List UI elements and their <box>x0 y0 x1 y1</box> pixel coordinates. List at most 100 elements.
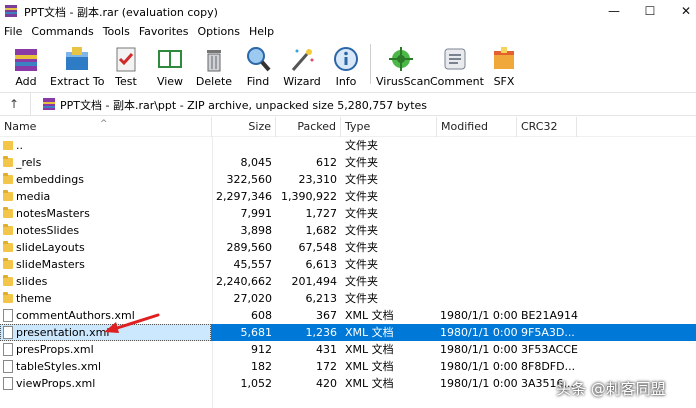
file-packed-size: 367 <box>316 309 337 322</box>
comment-button[interactable]: Comment <box>430 42 484 88</box>
file-packed-size: 201,494 <box>291 275 338 288</box>
file-name: .. <box>16 139 23 152</box>
file-name: notesSlides <box>16 224 80 237</box>
folder-row[interactable]: slideMasters 45,557 6,613 文件夹 <box>0 256 696 273</box>
file-name: slideLayouts <box>16 241 85 254</box>
window-title: PPT文档 - 副本.rar (evaluation copy) <box>24 6 218 19</box>
sfx-button[interactable]: SFX <box>486 42 522 88</box>
delete-button[interactable]: Delete <box>194 42 234 88</box>
column-name[interactable]: Name ^ <box>0 117 212 137</box>
file-modified <box>440 273 518 290</box>
file-packed-size: 1,236 <box>305 326 338 339</box>
menu-commands[interactable]: Commands <box>27 23 98 40</box>
menu-options[interactable]: Options <box>194 23 245 40</box>
column-crc32[interactable]: CRC32 <box>517 117 577 137</box>
file-packed-size: 1,727 <box>305 207 338 220</box>
menu-tools[interactable]: Tools <box>99 23 135 40</box>
file-name: viewProps.xml <box>16 377 96 390</box>
path-field[interactable]: PPT文档 - 副本.rar\ppt - ZIP archive, unpack… <box>38 95 696 114</box>
file-crc32 <box>521 256 591 273</box>
file-type: XML 文档 <box>345 360 394 373</box>
file-list: .. 文件夹 _rels 8,045 612 文件夹 embeddings 322,560 23… <box>0 137 696 408</box>
file-type: XML 文档 <box>345 377 394 390</box>
parent-folder-row[interactable]: .. 文件夹 <box>0 137 696 154</box>
file-packed-size: 420 <box>316 377 337 390</box>
file-type: 文件夹 <box>345 258 378 271</box>
comment-icon <box>444 48 466 70</box>
file-modified: 1980/1/1 0:00 <box>440 309 518 322</box>
find-label: Find <box>246 75 270 88</box>
info-label: Info <box>335 75 357 88</box>
column-name-label: Name <box>4 120 37 133</box>
file-size: 182 <box>251 360 272 373</box>
file-type: XML 文档 <box>345 309 394 322</box>
file-size: 2,240,662 <box>216 275 272 288</box>
folder-icon <box>3 258 13 269</box>
add-button[interactable]: Add <box>6 42 46 88</box>
folder-row[interactable]: media 2,297,346 1,390,922 文件夹 <box>0 188 696 205</box>
column-packed[interactable]: Packed <box>276 117 341 137</box>
folder-row[interactable]: slides 2,240,662 201,494 文件夹 <box>0 273 696 290</box>
column-modified-label: Modified <box>441 120 488 133</box>
file-name: presProps.xml <box>16 343 94 356</box>
file-size: 608 <box>251 309 272 322</box>
file-crc32 <box>521 239 591 256</box>
view-button[interactable]: View <box>150 42 190 88</box>
view-icon <box>158 50 182 68</box>
toolbar: Add Extract To Test View Delete Find Wiz… <box>0 40 696 90</box>
folder-row[interactable]: _rels 8,045 612 文件夹 <box>0 154 696 171</box>
add-label: Add <box>15 75 37 88</box>
file-type: 文件夹 <box>345 190 378 203</box>
file-row[interactable]: presProps.xml 912 431 XML 文档 1980/1/1 0:00 3F… <box>0 341 696 358</box>
folder-row[interactable]: notesMasters 7,991 1,727 文件夹 <box>0 205 696 222</box>
file-row[interactable]: tableStyles.xml 182 172 XML 文档 1980/1/1 0:00… <box>0 358 696 375</box>
file-crc32 <box>521 154 591 171</box>
file-size: 3,898 <box>240 224 273 237</box>
virus-scan-icon <box>389 47 413 71</box>
file-modified <box>440 154 518 171</box>
minimize-button[interactable]: — <box>594 0 634 23</box>
file-size: 5,681 <box>240 326 273 339</box>
file-size: 1,052 <box>240 377 273 390</box>
title-bar: PPT文档 - 副本.rar (evaluation copy) — ☐ ✕ <box>0 0 696 23</box>
file-packed-size: 612 <box>316 156 337 169</box>
file-name: slides <box>16 275 48 288</box>
file-modified <box>440 290 518 307</box>
find-button[interactable]: Find <box>238 42 278 88</box>
column-size[interactable]: Size <box>212 117 276 137</box>
archive-icon <box>43 98 55 110</box>
column-modified[interactable]: Modified <box>437 117 517 137</box>
folder-row[interactable]: notesSlides 3,898 1,682 文件夹 <box>0 222 696 239</box>
folder-icon <box>3 173 13 184</box>
column-crc32-label: CRC32 <box>521 120 558 133</box>
menu-help[interactable]: Help <box>245 23 279 40</box>
wizard-button[interactable]: Wizard <box>282 42 322 88</box>
folder-row[interactable]: embeddings 322,560 23,310 文件夹 <box>0 171 696 188</box>
folder-icon <box>3 275 13 286</box>
close-button[interactable]: ✕ <box>666 0 696 23</box>
column-size-label: Size <box>248 120 271 133</box>
parent-folder-icon <box>3 141 13 150</box>
virus-scan-button[interactable]: VirusScan <box>376 42 430 88</box>
test-button[interactable]: Test <box>108 42 144 88</box>
file-packed-size: 1,390,922 <box>281 190 337 203</box>
file-size: 27,020 <box>233 292 273 305</box>
folder-row[interactable]: theme 27,020 6,213 文件夹 <box>0 290 696 307</box>
file-packed-size: 67,548 <box>298 241 338 254</box>
folder-icon <box>3 190 13 201</box>
file-crc32 <box>521 290 591 307</box>
extract-to-button[interactable]: Extract To <box>50 42 104 88</box>
sfx-label: SFX <box>493 75 515 88</box>
info-button[interactable]: Info <box>326 42 366 88</box>
add-archive-icon <box>15 49 37 71</box>
file-packed-size: 23,310 <box>298 173 338 186</box>
delete-icon <box>207 50 221 72</box>
up-arrow-icon[interactable]: ↑ <box>6 96 22 112</box>
maximize-button[interactable]: ☐ <box>630 0 670 23</box>
menu-favorites[interactable]: Favorites <box>135 23 194 40</box>
menu-file[interactable]: File <box>0 23 27 40</box>
column-type[interactable]: Type <box>341 117 437 137</box>
file-modified <box>440 239 518 256</box>
extract-to-icon <box>66 47 88 70</box>
folder-row[interactable]: slideLayouts 289,560 67,548 文件夹 <box>0 239 696 256</box>
